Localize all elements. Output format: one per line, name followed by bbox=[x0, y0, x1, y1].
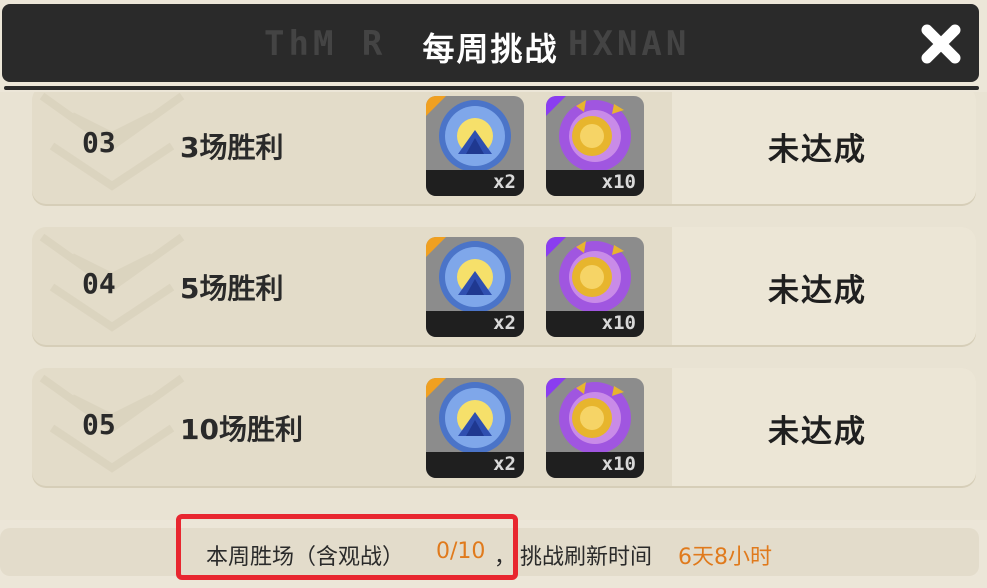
refresh-time-label: 挑战刷新时间 bbox=[520, 545, 653, 570]
reward-item[interactable]: x2 bbox=[426, 96, 524, 196]
challenge-list[interactable]: 03 3场胜利 x2 x10 未达成 04 5场胜利 x2 x10 未达成 05… bbox=[0, 92, 987, 520]
row-index: 04 bbox=[82, 267, 116, 300]
reward-count: x2 bbox=[493, 312, 516, 334]
row-task: 10场胜利 bbox=[180, 413, 303, 446]
reward-count: x10 bbox=[601, 171, 636, 193]
reward-item[interactable]: x10 bbox=[546, 378, 644, 478]
rarity-corner bbox=[546, 378, 566, 398]
close-icon bbox=[921, 24, 961, 64]
rarity-corner bbox=[426, 96, 446, 116]
rarity-corner bbox=[426, 378, 446, 398]
challenge-row: 03 3场胜利 x2 x10 未达成 bbox=[32, 92, 976, 204]
reward-count: x10 bbox=[601, 312, 636, 334]
row-status: 未达成 bbox=[768, 132, 867, 168]
reward-item[interactable]: x10 bbox=[546, 96, 644, 196]
row-pattern-icon bbox=[39, 233, 185, 332]
close-button[interactable] bbox=[917, 20, 965, 68]
rarity-corner bbox=[426, 237, 446, 257]
reward-count: x2 bbox=[493, 453, 516, 475]
row-pattern-icon bbox=[39, 374, 185, 473]
row-status: 未达成 bbox=[768, 414, 867, 450]
challenge-row: 04 5场胜利 x2 x10 未达成 bbox=[32, 227, 976, 345]
row-status: 未达成 bbox=[768, 273, 867, 309]
highlight-box bbox=[176, 514, 518, 580]
reward-count: x2 bbox=[493, 171, 516, 193]
row-task: 3场胜利 bbox=[180, 131, 284, 164]
title-bar: ThM R HXNAN 每周挑战 bbox=[2, 4, 979, 82]
reward-count: x10 bbox=[601, 453, 636, 475]
row-index: 05 bbox=[82, 408, 116, 441]
rarity-corner bbox=[546, 237, 566, 257]
reward-item[interactable]: x2 bbox=[426, 237, 524, 337]
refresh-time-value: 6天8小时 bbox=[678, 545, 772, 570]
row-task: 5场胜利 bbox=[180, 272, 284, 305]
rarity-corner bbox=[546, 96, 566, 116]
reward-item[interactable]: x10 bbox=[546, 237, 644, 337]
header-divider bbox=[4, 86, 979, 90]
row-pattern-icon bbox=[39, 92, 185, 191]
challenge-row: 05 10场胜利 x2 x10 未达成 bbox=[32, 368, 976, 486]
reward-item[interactable]: x2 bbox=[426, 378, 524, 478]
row-index: 03 bbox=[82, 126, 116, 159]
page-title: 每周挑战 bbox=[422, 30, 559, 68]
